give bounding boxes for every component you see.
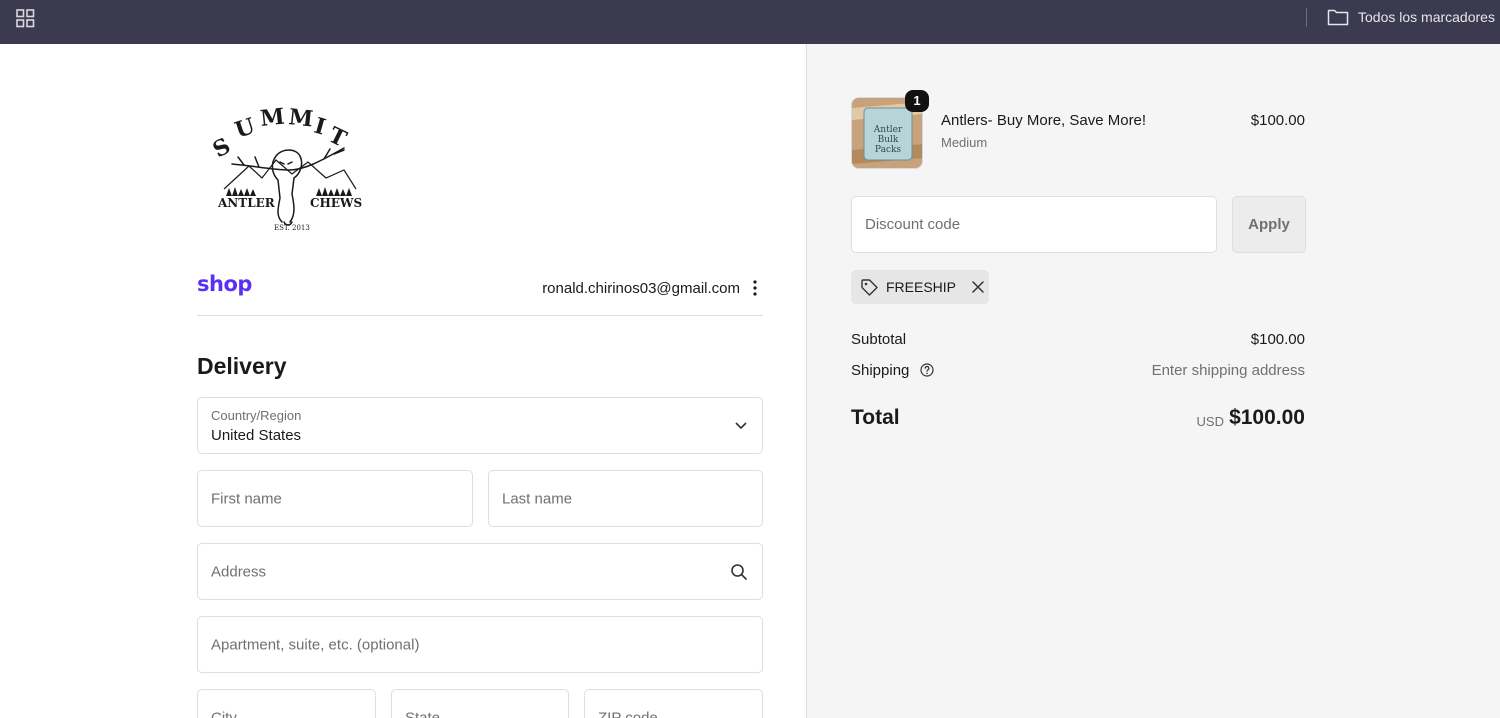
svg-text:T: T (324, 122, 351, 153)
svg-text:Bulk: Bulk (878, 135, 899, 145)
quantity-badge: 1 (905, 90, 929, 112)
zip-placeholder: ZIP code (598, 709, 658, 718)
tag-icon (861, 278, 878, 296)
all-bookmarks-button[interactable]: Todos los marcadores (1327, 6, 1495, 28)
delivery-heading: Delivery (197, 353, 287, 379)
all-bookmarks-label: Todos los marcadores (1358, 9, 1495, 25)
address-placeholder: Address (211, 563, 267, 580)
shop-pay-logo: shop (197, 272, 252, 296)
discount-code-input[interactable]: Discount code (851, 196, 1217, 253)
svg-text:CHEWS: CHEWS (310, 196, 362, 210)
first-name-placeholder: First name (211, 490, 282, 507)
apps-grid-icon[interactable] (16, 9, 35, 28)
first-name-field[interactable]: First name (197, 470, 473, 527)
account-email: ronald.chirinos03@gmail.com (542, 280, 740, 297)
country-value: United States (211, 427, 302, 444)
chevron-down-icon (735, 422, 747, 430)
product-title: Antlers- Buy More, Save More! (941, 112, 1147, 129)
country-label: Country/Region (211, 408, 302, 423)
help-icon[interactable] (919, 363, 934, 377)
shipping-row: Shipping (851, 362, 934, 379)
search-icon (731, 564, 747, 580)
product-price: $100.00 (1250, 112, 1305, 129)
country-select[interactable]: Country/Region United States (197, 397, 763, 454)
folder-icon (1327, 9, 1349, 26)
shipping-label: Shipping (851, 362, 910, 379)
last-name-field[interactable]: Last name (488, 470, 763, 527)
total-label: Total (851, 406, 900, 429)
more-options-icon[interactable] (749, 279, 761, 297)
svg-text:ANTLER: ANTLER (217, 196, 276, 210)
svg-text:U: U (232, 113, 258, 144)
svg-text:M: M (287, 104, 314, 132)
last-name-placeholder: Last name (502, 490, 573, 507)
svg-text:EST. 2013: EST. 2013 (274, 224, 310, 232)
city-field[interactable]: City (197, 689, 376, 718)
remove-discount-icon[interactable] (971, 280, 985, 294)
zip-field[interactable]: ZIP code (584, 689, 763, 718)
summit-antler-chews-logo[interactable]: S U M M I T ANTLER CHEWS EST. 2013 (204, 104, 370, 234)
svg-text:Antler: Antler (873, 125, 903, 135)
discount-placeholder: Discount code (865, 216, 961, 233)
svg-text:M: M (259, 104, 286, 132)
applied-discount-chip: FREESHIP (851, 270, 989, 304)
total-amount: $100.00 (1229, 406, 1305, 429)
svg-text:I: I (311, 113, 328, 141)
address-field[interactable]: Address (197, 543, 763, 600)
bookmarks-separator (1306, 8, 1307, 27)
order-summary: Antler Bulk Packs 1 Antlers- Buy More, S… (806, 44, 1500, 718)
shipping-value: Enter shipping address (1151, 362, 1305, 379)
svg-text:Packs: Packs (875, 145, 902, 155)
apply-discount-button[interactable]: Apply (1232, 196, 1306, 253)
state-placeholder: State (405, 709, 441, 718)
applied-discount-code: FREESHIP (886, 279, 957, 295)
account-divider (197, 315, 763, 316)
product-variant: Medium (941, 135, 988, 150)
apartment-field[interactable]: Apartment, suite, etc. (optional) (197, 616, 763, 673)
svg-text:S: S (209, 133, 235, 163)
browser-bookmarks-bar: Todos los marcadores (0, 0, 1500, 44)
total-currency: USD (1196, 414, 1224, 429)
checkout-main: S U M M I T ANTLER CHEWS EST. 2013 shop … (0, 44, 806, 718)
apartment-placeholder: Apartment, suite, etc. (optional) (211, 636, 420, 653)
state-select[interactable]: State (391, 689, 569, 718)
subtotal-label: Subtotal (851, 331, 907, 348)
city-placeholder: City (211, 709, 237, 718)
subtotal-value: $100.00 (1250, 331, 1305, 348)
